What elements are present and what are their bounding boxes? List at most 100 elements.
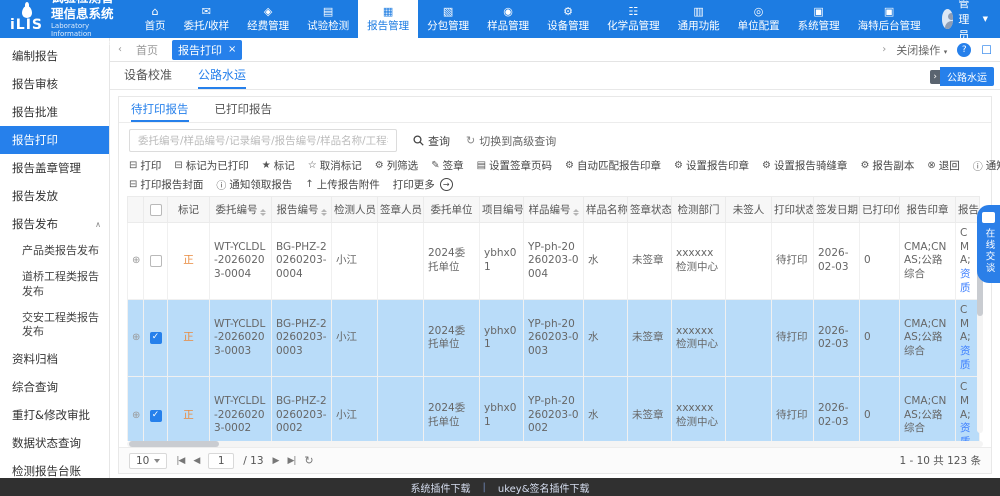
- query-button[interactable]: 查询: [413, 133, 450, 149]
- toolbar-set-seal-button[interactable]: ⚙设置报告印章: [674, 158, 749, 173]
- sidebar-item-交安工程类报告发布[interactable]: 交安工程类报告发布: [0, 305, 109, 346]
- close-icon[interactable]: ×: [228, 44, 236, 55]
- refresh-icon[interactable]: ↻: [304, 454, 313, 467]
- select-all-checkbox[interactable]: [150, 204, 162, 216]
- toolbar-print-more-button[interactable]: 打印更多→: [393, 177, 453, 192]
- cert-link[interactable]: 资质: [960, 268, 975, 295]
- nav-item-samples[interactable]: ◉样品管理: [478, 0, 538, 38]
- sidebar-item-检测报告台账[interactable]: 检测报告台账: [0, 457, 109, 478]
- tab-设备校准[interactable]: 设备校准: [124, 62, 172, 89]
- sidebar-item-重打&修改审批[interactable]: 重打&修改审批: [0, 401, 109, 429]
- sidebar-item-数据状态查询[interactable]: 数据状态查询: [0, 429, 109, 457]
- toolbar-column-filter-button[interactable]: ⚙列筛选: [375, 158, 418, 173]
- highway-badge[interactable]: 公路水运: [940, 67, 994, 86]
- nav-item-system[interactable]: ▣系统管理: [789, 0, 849, 38]
- tab-home[interactable]: 首页: [130, 40, 164, 60]
- toolbar-report-copy-button[interactable]: ⚙报告副本: [860, 158, 914, 173]
- sidebar-item-道桥工程类报告发布[interactable]: 道桥工程类报告发布: [0, 264, 109, 305]
- col-project_no[interactable]: 项目编号: [480, 197, 524, 223]
- mark-badge: 正: [183, 331, 194, 343]
- prev-page-button[interactable]: ◀: [193, 456, 199, 466]
- nav-item-backend[interactable]: ▣海特后台管理: [849, 0, 930, 38]
- toolbar-return-button[interactable]: ⊗退回: [927, 158, 959, 173]
- toolbar-sign-page-button[interactable]: ▤设置签章页码: [477, 158, 552, 173]
- next-page-button[interactable]: ▶: [273, 456, 279, 466]
- toolbar-upload-attachment-button[interactable]: ↑上传报告附件: [305, 177, 379, 192]
- nav-item-funds[interactable]: ◈经费管理: [238, 0, 298, 38]
- sidebar-item-综合查询[interactable]: 综合查询: [0, 373, 109, 401]
- select-all-checkbox-cell[interactable]: [144, 197, 168, 223]
- toolbar-sign-button[interactable]: ✎签章: [431, 158, 463, 173]
- subtab-待打印报告[interactable]: 待打印报告: [131, 97, 189, 122]
- nav-item-chemicals[interactable]: ☷化学品管理: [598, 0, 669, 38]
- table-row[interactable]: ⊕正WT-YCLDL-20260203-0004BG-PHZ-20260203-…: [128, 223, 980, 300]
- tab-scroll-right[interactable]: ›: [882, 44, 886, 55]
- cell-sample_no: YP-ph-20260203-0002: [524, 377, 584, 441]
- advanced-search-toggle[interactable]: ↻ 切换到高级查询: [466, 133, 556, 149]
- last-page-button[interactable]: ▶|: [287, 456, 295, 466]
- row-checkbox[interactable]: ✓: [150, 332, 162, 344]
- expand-row-icon[interactable]: ⊕: [132, 410, 140, 421]
- sidebar-item-报告发放[interactable]: 报告发放: [0, 182, 109, 210]
- cell-signer: [378, 377, 424, 441]
- sidebar-item-报告审核[interactable]: 报告审核: [0, 70, 109, 98]
- sidebar-item-资料归档[interactable]: 资料归档: [0, 345, 109, 373]
- col-report_no[interactable]: 报告编号: [272, 197, 332, 223]
- logo-text: iLIS: [10, 18, 43, 32]
- sidebar-item-报告打印[interactable]: 报告打印: [0, 126, 109, 154]
- online-chat-button[interactable]: 在线交谈: [977, 205, 1000, 283]
- toolbar-print-cover-button[interactable]: ⊟打印报告封面: [129, 177, 203, 192]
- page-input[interactable]: 1: [208, 453, 234, 469]
- cert-link[interactable]: 资质: [960, 345, 975, 372]
- search-input[interactable]: [129, 129, 397, 152]
- page-size-select[interactable]: 10: [129, 453, 167, 469]
- expand-row-icon[interactable]: ⊕: [132, 332, 140, 343]
- toolbar-notify-pickup-button[interactable]: ⓘ通知领取报告: [216, 177, 292, 192]
- sidebar-item-产品类报告发布[interactable]: 产品类报告发布: [0, 238, 109, 264]
- plugin-download-link[interactable]: 系统插件下载: [410, 480, 470, 495]
- cert-link[interactable]: 资质: [960, 422, 975, 441]
- nav-item-entrust[interactable]: ✉委托/收样: [175, 0, 239, 38]
- expand-row-icon[interactable]: ⊕: [132, 255, 140, 266]
- toolbar-notify-modify-button[interactable]: ⓘ通知修改委托: [973, 158, 1000, 173]
- nav-item-subcontract[interactable]: ▧分包管理: [418, 0, 478, 38]
- sidebar-item-报告批准[interactable]: 报告批准: [0, 98, 109, 126]
- help-icon[interactable]: ?: [957, 43, 971, 57]
- toolbar-auto-seal-button[interactable]: ⚙自动匹配报告印章: [565, 158, 661, 173]
- toolbar-print-button[interactable]: ⊟打印: [129, 158, 161, 173]
- col-issue_date[interactable]: 签发日期: [814, 197, 860, 223]
- first-page-button[interactable]: |◀: [176, 456, 184, 466]
- toolbar-mark-printed-button[interactable]: ⊟标记为已打印: [174, 158, 248, 173]
- sidebar-item-报告发布[interactable]: 报告发布∧: [0, 210, 109, 238]
- sidebar-item-报告盖章管理[interactable]: 报告盖章管理: [0, 154, 109, 182]
- sort-icon[interactable]: [321, 209, 327, 216]
- table-row[interactable]: ⊕✓正WT-YCLDL-20260203-0002BG-PHZ-20260203…: [128, 377, 980, 441]
- sort-icon[interactable]: [573, 209, 579, 216]
- ukey-plugin-download-link[interactable]: ukey&签名插件下载: [498, 480, 590, 495]
- switch-icon: ↻: [466, 134, 475, 147]
- horizontal-scrollbar[interactable]: [127, 441, 983, 447]
- user-menu[interactable]: 管理员 ▼: [930, 0, 1000, 38]
- row-checkbox[interactable]: ✓: [150, 410, 162, 422]
- tab-report-print[interactable]: 报告打印 ×: [172, 40, 242, 60]
- nav-item-testing[interactable]: ▤试验检测: [298, 0, 358, 38]
- nav-item-equipment[interactable]: ⚙设备管理: [538, 0, 598, 38]
- tab-公路水运[interactable]: 公路水运: [198, 62, 246, 89]
- nav-item-reports[interactable]: ▦报告管理: [358, 0, 418, 38]
- close-operations-dropdown[interactable]: 关闭操作 ▾: [896, 42, 947, 58]
- nav-item-home[interactable]: ⌂首页: [136, 0, 175, 38]
- nav-item-unit-config[interactable]: ◎单位配置: [729, 0, 789, 38]
- collapse-arrow-icon[interactable]: ›: [930, 70, 940, 84]
- toolbar-unmark-button[interactable]: ☆取消标记: [308, 158, 362, 173]
- fullscreen-icon[interactable]: ☐: [981, 43, 992, 57]
- col-entrust_no[interactable]: 委托编号: [210, 197, 272, 223]
- toolbar-set-cross-seal-button[interactable]: ⚙设置报告骑缝章: [762, 158, 847, 173]
- subtab-已打印报告[interactable]: 已打印报告: [215, 97, 273, 122]
- row-checkbox[interactable]: [150, 255, 162, 267]
- toolbar-mark-button[interactable]: ★标记: [262, 158, 295, 173]
- sort-icon[interactable]: [260, 209, 266, 216]
- col-sample_no[interactable]: 样品编号: [524, 197, 584, 223]
- table-row[interactable]: ⊕✓正WT-YCLDL-20260203-0003BG-PHZ-20260203…: [128, 300, 980, 377]
- nav-item-general[interactable]: ▥通用功能: [669, 0, 729, 38]
- cell-issue_date: 2026-02-03: [814, 377, 860, 441]
